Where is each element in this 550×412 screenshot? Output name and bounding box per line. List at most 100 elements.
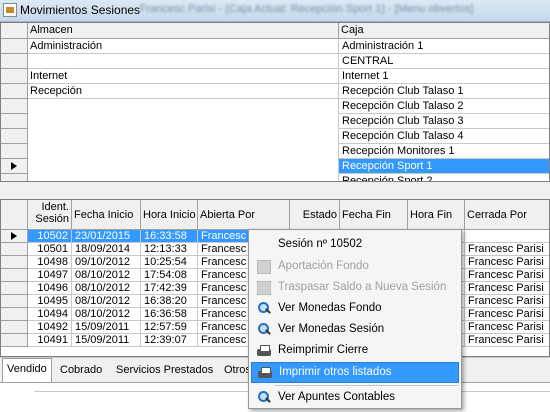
ident-sesion-cell[interactable]: 10492 [28, 321, 72, 334]
cerrada-por-cell[interactable] [465, 230, 549, 243]
row-indicator[interactable] [1, 243, 28, 256]
fecha-inicio-cell[interactable]: 15/09/2011 [72, 334, 141, 347]
hora-inicio-cell[interactable]: 10:25:54 [141, 256, 198, 269]
row-indicator[interactable] [1, 39, 28, 54]
tab-vendido[interactable]: Vendido [2, 358, 52, 382]
row-indicator[interactable] [1, 159, 28, 174]
caja-cell[interactable]: Recepción Club Talaso 2 [339, 99, 549, 114]
fecha-inicio-cell[interactable]: 08/10/2012 [72, 269, 141, 282]
menu-item-reimprimir-cierre[interactable]: Reimprimir Cierre [251, 341, 459, 362]
caja-cell[interactable]: Recepción Club Talaso 4 [339, 129, 549, 144]
ident-sesion-cell[interactable]: 10498 [28, 256, 72, 269]
fecha-inicio-cell[interactable]: 09/10/2012 [72, 256, 141, 269]
splitter[interactable] [0, 182, 550, 199]
row-indicator[interactable] [1, 321, 28, 334]
caja-cell[interactable]: Recepción Sport 1 [339, 159, 549, 174]
almacen-cell[interactable] [28, 99, 339, 114]
column-header-hora-fin[interactable]: Hora Fin [408, 200, 465, 230]
almacen-cell[interactable] [28, 144, 339, 159]
ident-sesion-cell[interactable]: 10494 [28, 308, 72, 321]
ident-sesion-cell[interactable]: 10496 [28, 282, 72, 295]
row-indicator[interactable] [1, 129, 28, 144]
almacen-cell[interactable] [28, 114, 339, 129]
column-header-caja[interactable]: Caja [339, 23, 549, 39]
hora-inicio-cell[interactable]: 12:39:07 [141, 334, 198, 347]
almacen-cell[interactable]: Administración [28, 39, 339, 54]
fecha-inicio-cell[interactable]: 08/10/2012 [72, 308, 141, 321]
ident-sesion-cell[interactable]: 10495 [28, 295, 72, 308]
tab-servicios-prestados[interactable]: Servicios Prestados [112, 360, 217, 380]
caja-cell[interactable]: Recepción Club Talaso 1 [339, 84, 549, 99]
menu-item-ver-monedas-fondo[interactable]: Ver Monedas Fondo [251, 299, 459, 320]
row-indicator[interactable] [1, 230, 28, 243]
menu-item-sesion-n-10502[interactable]: Sesión nº 10502 [251, 235, 459, 256]
magnifier-icon [257, 302, 271, 316]
cerrada-por-cell[interactable]: Francesc Parisi [465, 321, 549, 334]
cerrada-por-cell[interactable]: Francesc Parisi [465, 295, 549, 308]
row-indicator[interactable] [1, 144, 28, 159]
row-indicator[interactable] [1, 334, 28, 347]
almacen-cell[interactable]: Internet [28, 69, 339, 84]
almacen-cell[interactable] [28, 174, 339, 181]
almacen-cell[interactable]: Recepción [28, 84, 339, 99]
fecha-inicio-cell[interactable]: 23/01/2015 [72, 230, 141, 243]
almacen-cell[interactable] [28, 54, 339, 69]
ident-sesion-cell[interactable]: 10497 [28, 269, 72, 282]
caja-cell[interactable]: CENTRAL [339, 54, 549, 69]
hora-inicio-cell[interactable]: 17:54:08 [141, 269, 198, 282]
ident-sesion-cell[interactable]: 10502 [28, 230, 72, 243]
caja-cell[interactable]: Recepción Monitores 1 [339, 144, 549, 159]
caja-cell[interactable]: Recepción Sport 2 [339, 174, 549, 181]
caja-cell[interactable]: Internet 1 [339, 69, 549, 84]
row-indicator[interactable] [1, 114, 28, 129]
cerrada-por-cell[interactable]: Francesc Parisi [465, 308, 549, 321]
menu-item-ver-apuntes-contables[interactable]: Ver Apuntes Contables [251, 388, 459, 409]
hora-inicio-cell[interactable]: 16:33:58 [141, 230, 198, 243]
row-indicator[interactable] [1, 295, 28, 308]
row-indicator[interactable] [1, 269, 28, 282]
ident-sesion-cell[interactable]: 10501 [28, 243, 72, 256]
ident-sesion-cell[interactable]: 10491 [28, 334, 72, 347]
column-header-almacen[interactable]: Almacen [28, 23, 339, 39]
column-header-fecha-inicio[interactable]: Fecha Inicio [72, 200, 141, 230]
menu-item-imprimir-otros-listados[interactable]: Imprimir otros listados [251, 362, 459, 383]
row-indicator[interactable] [1, 174, 28, 181]
column-header-hora-inicio[interactable]: Hora Inicio [141, 200, 198, 230]
column-header-estado[interactable]: Estado [290, 200, 340, 230]
column-header-cerrada-por[interactable]: Cerrada Por [465, 200, 549, 230]
caja-cell[interactable]: Recepción Club Talaso 3 [339, 114, 549, 129]
cerrada-por-cell[interactable]: Francesc Parisi [465, 282, 549, 295]
fecha-inicio-cell[interactable]: 08/10/2012 [72, 295, 141, 308]
cerrada-por-cell[interactable]: Francesc Parisi [465, 256, 549, 269]
fecha-inicio-cell[interactable]: 18/09/2014 [72, 243, 141, 256]
column-header-ident-sesion[interactable]: Ident. Sesión [28, 200, 72, 230]
tab-cobrado[interactable]: Cobrado [56, 360, 106, 380]
row-indicator[interactable] [1, 256, 28, 269]
row-indicator[interactable] [1, 99, 28, 114]
almacen-cell[interactable] [28, 129, 339, 144]
row-indicator[interactable] [1, 54, 28, 69]
cerrada-por-cell[interactable]: Francesc Parisi [465, 269, 549, 282]
row-indicator[interactable] [1, 282, 28, 295]
menu-item-label: Ver Monedas Fondo [278, 302, 382, 314]
menu-item-ver-monedas-sesion[interactable]: Ver Monedas Sesión [251, 320, 459, 341]
cerrada-por-cell[interactable]: Francesc Parisi [465, 243, 549, 256]
column-header-abierta-por[interactable]: Abierta Por [198, 200, 290, 230]
hora-inicio-cell[interactable]: 12:13:33 [141, 243, 198, 256]
almacen-cell[interactable] [28, 159, 339, 174]
current-row-arrow-icon [11, 232, 17, 240]
fecha-inicio-cell[interactable]: 15/09/2011 [72, 321, 141, 334]
cerrada-por-cell[interactable]: Francesc Parisi [465, 334, 549, 347]
caja-cell[interactable]: Administración 1 [339, 39, 549, 54]
hora-inicio-cell[interactable]: 16:36:58 [141, 308, 198, 321]
menu-separator [275, 385, 459, 386]
fecha-inicio-cell[interactable]: 08/10/2012 [72, 282, 141, 295]
row-indicator[interactable] [1, 308, 28, 321]
column-header-fecha-fin[interactable]: Fecha Fin [340, 200, 408, 230]
row-indicator[interactable] [1, 69, 28, 84]
hora-inicio-cell[interactable]: 16:38:20 [141, 295, 198, 308]
almacen-caja-grid[interactable]: Almacen Caja Administración Administració… [0, 22, 550, 182]
row-indicator[interactable] [1, 84, 28, 99]
hora-inicio-cell[interactable]: 17:42:39 [141, 282, 198, 295]
hora-inicio-cell[interactable]: 12:57:59 [141, 321, 198, 334]
